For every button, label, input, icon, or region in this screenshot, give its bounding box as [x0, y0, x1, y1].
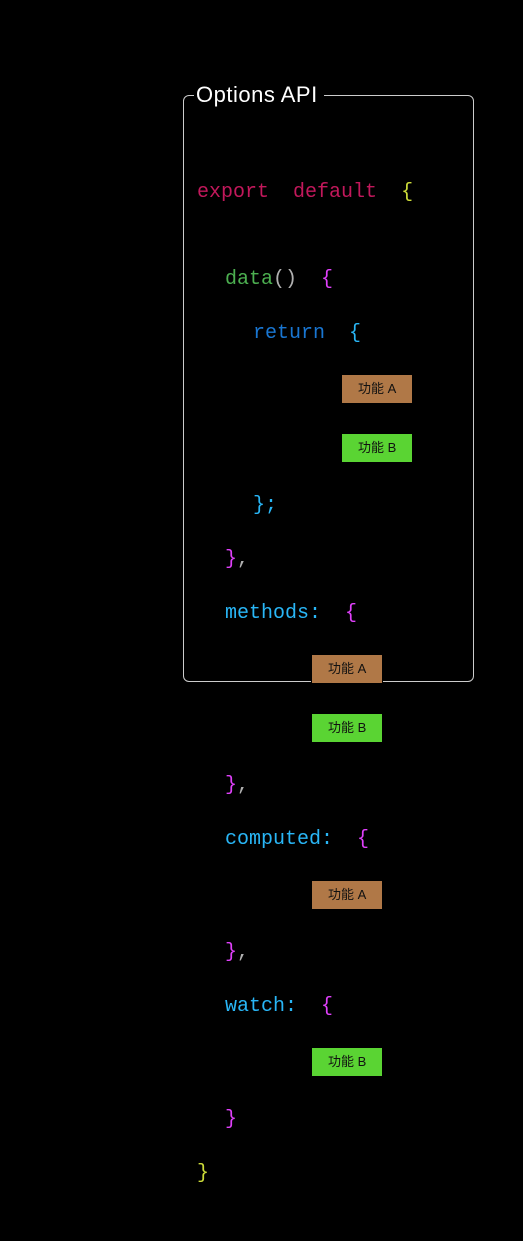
feature-tag-a: 功能 A [311, 654, 383, 684]
code-line: methods: { [197, 600, 462, 627]
keyword-export: export [197, 181, 269, 204]
brace-open: { [401, 181, 413, 204]
feature-tag-b: 功能 B [311, 713, 383, 743]
code-line: watch: { [197, 993, 462, 1020]
brace-open: { [345, 602, 357, 625]
feature-tag-b: 功能 B [341, 433, 413, 463]
brace-close: } [225, 548, 237, 571]
feature-tag-a: 功能 A [311, 880, 383, 910]
brace-open: { [321, 995, 333, 1018]
tag-row: 功能 A [197, 654, 462, 682]
fn-data: data [225, 268, 273, 291]
feature-tag-a: 功能 A [341, 374, 413, 404]
prop-methods: methods: [225, 602, 321, 625]
paren: () [273, 268, 297, 291]
brace-open: { [349, 322, 361, 345]
comma: , [237, 774, 249, 797]
comma: , [237, 941, 249, 964]
prop-watch: watch: [225, 995, 297, 1018]
blank-line [197, 233, 462, 239]
prop-computed: computed: [225, 828, 333, 851]
code-line: data() { [197, 266, 462, 293]
brace-close: } [225, 774, 237, 797]
code-line: }, [197, 546, 462, 573]
brace-close: } [225, 941, 237, 964]
tag-row: 功能 A [197, 374, 462, 402]
tag-row: 功能 A [197, 880, 462, 908]
tag-row: 功能 B [197, 713, 462, 741]
code-line: export default { [197, 179, 462, 206]
code-line: } [197, 1160, 462, 1187]
brace-open: { [357, 828, 369, 851]
comma: , [237, 548, 249, 571]
code-line: }, [197, 772, 462, 799]
feature-tag-b: 功能 B [311, 1047, 383, 1077]
code-line: } [197, 1106, 462, 1133]
brace-close-semi: }; [253, 494, 277, 517]
brace-close: } [197, 1162, 209, 1185]
brace-close: } [225, 1108, 237, 1131]
code-block: export default { data() { return { 功能 A … [183, 95, 474, 720]
brace-open: { [321, 268, 333, 291]
tag-row: 功能 B [197, 433, 462, 461]
code-line: computed: { [197, 826, 462, 853]
code-line: }; [197, 492, 462, 519]
tag-row: 功能 B [197, 1047, 462, 1075]
keyword-default: default [293, 181, 377, 204]
code-line: return { [197, 320, 462, 347]
keyword-return: return [253, 322, 325, 345]
code-line: }, [197, 939, 462, 966]
